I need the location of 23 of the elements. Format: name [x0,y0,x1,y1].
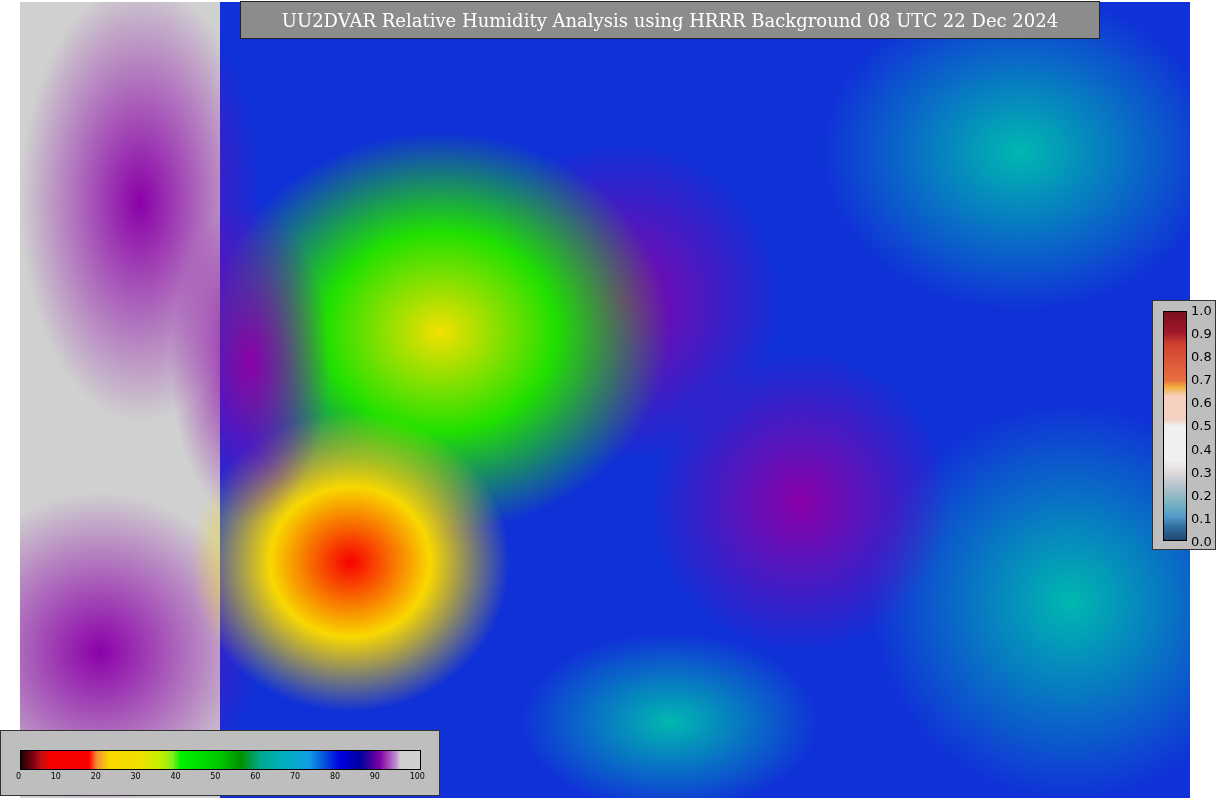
scale-tick-label: 0.8 [1191,349,1212,365]
scale-tick-label: 40 [170,772,181,781]
scale-tick-label: 0.1 [1191,510,1212,526]
scale-tick-label: 0.5 [1191,418,1212,434]
scale-tick-label: 100 [409,772,425,781]
scale-tick-label: 0.4 [1191,441,1212,457]
scale-tick-label: 90 [369,772,380,781]
scale-tick-label: 50 [210,772,221,781]
scale-tick-label: 0 [16,772,22,781]
scale-tick-label: 20 [90,772,101,781]
scale-tick-label: 60 [250,772,261,781]
scale-tick-label: 0.6 [1191,395,1212,411]
scale-tick-label: 0.0 [1191,533,1212,549]
scale-tick-label: 30 [130,772,141,781]
scale-tick-label: 0.7 [1191,372,1212,388]
map-title: UU2DVAR Relative Humidity Analysis using HRRR Background 08 UTC 22 Dec 2024 [240,1,1100,39]
scale-tick-label: 1.0 [1191,303,1212,318]
scale-tick-label: 80 [329,772,341,781]
scale-tick-label: 70 [290,772,301,781]
scale-tick-label: 0.9 [1191,326,1212,342]
scale-tick-label: 0.2 [1191,487,1212,503]
scale-tick-label: 10 [50,772,61,781]
scale-tick-label: 0.3 [1191,464,1212,480]
